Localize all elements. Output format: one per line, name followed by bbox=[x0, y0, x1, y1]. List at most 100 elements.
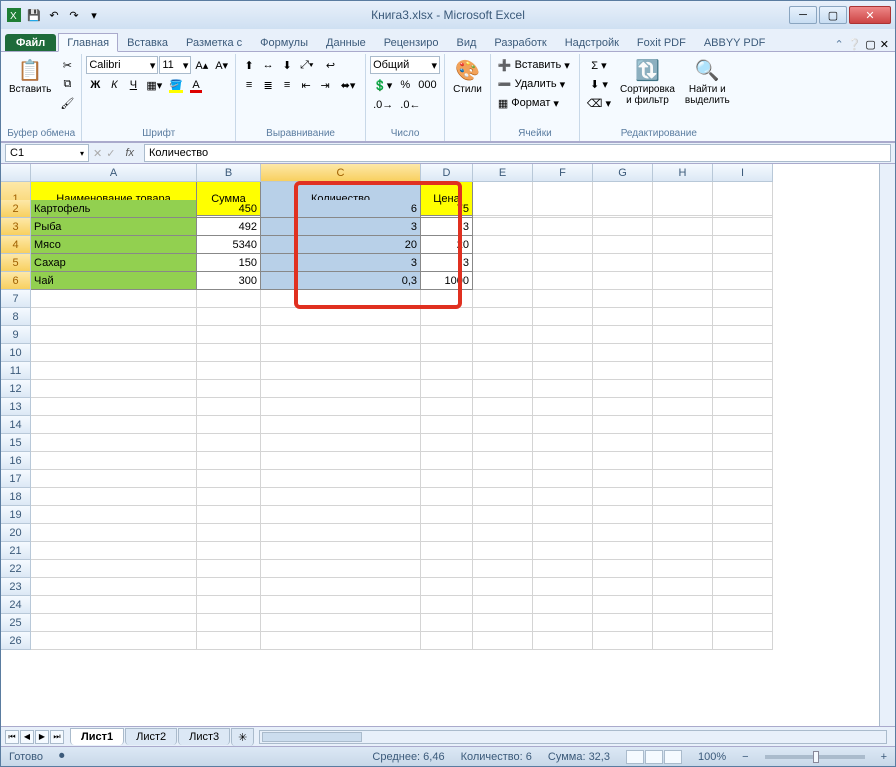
cell-F12[interactable] bbox=[533, 380, 593, 398]
cell-C7[interactable] bbox=[261, 290, 421, 308]
cell-C15[interactable] bbox=[261, 434, 421, 452]
col-header-B[interactable]: B bbox=[197, 164, 261, 182]
cell-C24[interactable] bbox=[261, 596, 421, 614]
cell-B15[interactable] bbox=[197, 434, 261, 452]
cell-A20[interactable] bbox=[31, 524, 197, 542]
cell-B16[interactable] bbox=[197, 452, 261, 470]
cell-A15[interactable] bbox=[31, 434, 197, 452]
cell-E18[interactable] bbox=[473, 488, 533, 506]
cell-E4[interactable] bbox=[473, 236, 533, 254]
cell-C17[interactable] bbox=[261, 470, 421, 488]
tab-layout[interactable]: Разметка с bbox=[177, 33, 251, 51]
cell-H24[interactable] bbox=[653, 596, 713, 614]
cell-E2[interactable] bbox=[473, 200, 533, 218]
number-format-combo[interactable]: Общий▾ bbox=[370, 56, 440, 74]
cell-H7[interactable] bbox=[653, 290, 713, 308]
cell-F21[interactable] bbox=[533, 542, 593, 560]
cell-A25[interactable] bbox=[31, 614, 197, 632]
cell-H6[interactable] bbox=[653, 272, 713, 290]
tab-data[interactable]: Данные bbox=[317, 33, 375, 51]
col-header-F[interactable]: F bbox=[533, 164, 593, 182]
cell-B3[interactable]: 492 bbox=[197, 218, 261, 236]
cell-B10[interactable] bbox=[197, 344, 261, 362]
cell-I3[interactable] bbox=[713, 218, 773, 236]
cell-B21[interactable] bbox=[197, 542, 261, 560]
cell-B12[interactable] bbox=[197, 380, 261, 398]
cell-H16[interactable] bbox=[653, 452, 713, 470]
percent-icon[interactable]: % bbox=[396, 76, 414, 94]
enter-formula-icon[interactable]: ✓ bbox=[106, 147, 115, 160]
font-size-combo[interactable]: 11▾ bbox=[159, 56, 191, 74]
cell-B8[interactable] bbox=[197, 308, 261, 326]
horizontal-scrollbar[interactable] bbox=[259, 730, 887, 744]
cell-C16[interactable] bbox=[261, 452, 421, 470]
row-header-5[interactable]: 5 bbox=[1, 254, 31, 272]
cell-E9[interactable] bbox=[473, 326, 533, 344]
cell-I19[interactable] bbox=[713, 506, 773, 524]
find-select-button[interactable]: 🔍 Найти и выделить bbox=[681, 56, 734, 108]
cell-B6[interactable]: 300 bbox=[197, 272, 261, 290]
cell-G24[interactable] bbox=[593, 596, 653, 614]
cell-C2[interactable]: 6 bbox=[261, 200, 421, 218]
cell-D3[interactable]: 3 bbox=[421, 218, 473, 236]
cell-E23[interactable] bbox=[473, 578, 533, 596]
col-header-G[interactable]: G bbox=[593, 164, 653, 182]
fill-color-icon[interactable]: 🪣 bbox=[166, 76, 186, 94]
cell-C3[interactable]: 3 bbox=[261, 218, 421, 236]
normal-view-icon[interactable] bbox=[626, 750, 644, 764]
cell-E24[interactable] bbox=[473, 596, 533, 614]
cell-A4[interactable]: Мясо bbox=[31, 236, 197, 254]
cell-E13[interactable] bbox=[473, 398, 533, 416]
cell-E10[interactable] bbox=[473, 344, 533, 362]
borders-icon[interactable]: ▦▾ bbox=[143, 76, 165, 94]
cell-D9[interactable] bbox=[421, 326, 473, 344]
cell-B2[interactable]: 450 bbox=[197, 200, 261, 218]
cell-G8[interactable] bbox=[593, 308, 653, 326]
cell-G11[interactable] bbox=[593, 362, 653, 380]
nav-first-icon[interactable]: ⏮ bbox=[5, 730, 19, 744]
vertical-scrollbar[interactable] bbox=[879, 164, 895, 726]
cell-I7[interactable] bbox=[713, 290, 773, 308]
cell-D12[interactable] bbox=[421, 380, 473, 398]
row-header-17[interactable]: 17 bbox=[1, 470, 31, 488]
cell-G3[interactable] bbox=[593, 218, 653, 236]
cell-G10[interactable] bbox=[593, 344, 653, 362]
sheet-tab-2[interactable]: Лист2 bbox=[125, 728, 177, 745]
cell-B24[interactable] bbox=[197, 596, 261, 614]
row-header-18[interactable]: 18 bbox=[1, 488, 31, 506]
cell-C25[interactable] bbox=[261, 614, 421, 632]
close-button[interactable]: ✕ bbox=[849, 6, 891, 24]
save-icon[interactable]: 💾 bbox=[25, 6, 43, 24]
format-cells-button[interactable]: ▦ Формат ▾ bbox=[495, 94, 575, 112]
cell-C14[interactable] bbox=[261, 416, 421, 434]
cell-C10[interactable] bbox=[261, 344, 421, 362]
cell-E16[interactable] bbox=[473, 452, 533, 470]
fill-icon[interactable]: ⬇ ▾ bbox=[584, 75, 614, 93]
zoom-in-icon[interactable]: + bbox=[881, 751, 887, 763]
cell-H9[interactable] bbox=[653, 326, 713, 344]
nav-next-icon[interactable]: ▶ bbox=[35, 730, 49, 744]
row-header-22[interactable]: 22 bbox=[1, 560, 31, 578]
macro-record-icon[interactable]: ⏺ bbox=[59, 750, 65, 763]
cell-D21[interactable] bbox=[421, 542, 473, 560]
align-middle-icon[interactable]: ↔ bbox=[259, 56, 277, 74]
align-center-icon[interactable]: ≣ bbox=[259, 76, 277, 94]
cell-B13[interactable] bbox=[197, 398, 261, 416]
autosum-icon[interactable]: Σ ▾ bbox=[584, 56, 614, 74]
col-header-H[interactable]: H bbox=[653, 164, 713, 182]
cell-F23[interactable] bbox=[533, 578, 593, 596]
cell-C19[interactable] bbox=[261, 506, 421, 524]
cell-G20[interactable] bbox=[593, 524, 653, 542]
cell-B22[interactable] bbox=[197, 560, 261, 578]
col-header-C[interactable]: C bbox=[261, 164, 421, 182]
row-header-19[interactable]: 19 bbox=[1, 506, 31, 524]
cell-C4[interactable]: 20 bbox=[261, 236, 421, 254]
tab-addins[interactable]: Надстройк bbox=[556, 33, 628, 51]
delete-cells-button[interactable]: ➖ Удалить ▾ bbox=[495, 75, 575, 93]
cell-A7[interactable] bbox=[31, 290, 197, 308]
cell-I2[interactable] bbox=[713, 200, 773, 218]
wrap-text-icon[interactable]: ↩ bbox=[318, 56, 344, 74]
row-header-3[interactable]: 3 bbox=[1, 218, 31, 236]
cell-F9[interactable] bbox=[533, 326, 593, 344]
insert-cells-button[interactable]: ➕ Вставить ▾ bbox=[495, 56, 575, 74]
